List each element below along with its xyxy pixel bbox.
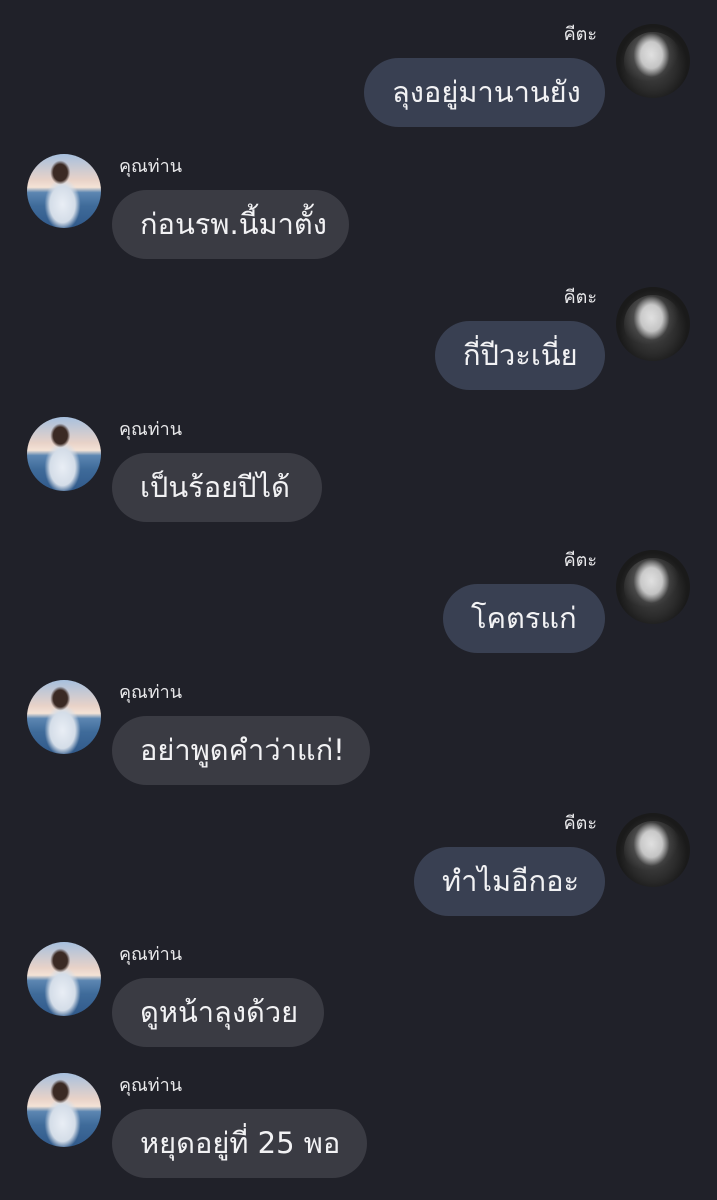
beach-person-avatar[interactable] xyxy=(27,1073,101,1147)
beach-person-avatar[interactable] xyxy=(27,680,101,754)
sender-name: คุณท่าน xyxy=(119,156,183,177)
sender-name: คีตะ xyxy=(563,24,597,45)
hooded-person-avatar[interactable] xyxy=(616,24,690,98)
beach-person-avatar[interactable] xyxy=(27,942,101,1016)
hooded-person-avatar[interactable] xyxy=(616,550,690,624)
sender-name: คีตะ xyxy=(563,287,597,308)
message-bubble[interactable]: อย่าพูดคำว่าแก่! xyxy=(112,716,370,785)
message-bubble[interactable]: หยุดอยู่ที่ 25 พอ xyxy=(112,1109,367,1178)
message-bubble[interactable]: ทำไมอีกอะ xyxy=(414,847,605,916)
sender-name: คุณท่าน xyxy=(119,682,183,703)
hooded-person-avatar[interactable] xyxy=(616,287,690,361)
sender-name: คุณท่าน xyxy=(119,944,183,965)
sender-name: คุณท่าน xyxy=(119,419,183,440)
beach-person-avatar[interactable] xyxy=(27,417,101,491)
message-bubble[interactable]: ก่อนรพ.นี้มาตั้ง xyxy=(112,190,349,259)
message-bubble[interactable]: โคตรแก่ xyxy=(443,584,605,653)
message-bubble[interactable]: ดูหน้าลุงด้วย xyxy=(112,978,324,1047)
sender-name: คุณท่าน xyxy=(119,1075,183,1096)
hooded-person-avatar[interactable] xyxy=(616,813,690,887)
chat-thread[interactable]: คีตะ ลุงอยู่มานานยัง คุณท่าน ก่อนรพ.นี้ม… xyxy=(0,0,717,1200)
sender-name: คีตะ xyxy=(563,550,597,571)
message-bubble[interactable]: กี่ปีวะเนี่ย xyxy=(435,321,605,390)
message-bubble[interactable]: เป็นร้อยปีได้ xyxy=(112,453,322,522)
message-bubble[interactable]: ลุงอยู่มานานยัง xyxy=(364,58,605,127)
beach-person-avatar[interactable] xyxy=(27,154,101,228)
sender-name: คีตะ xyxy=(563,813,597,834)
